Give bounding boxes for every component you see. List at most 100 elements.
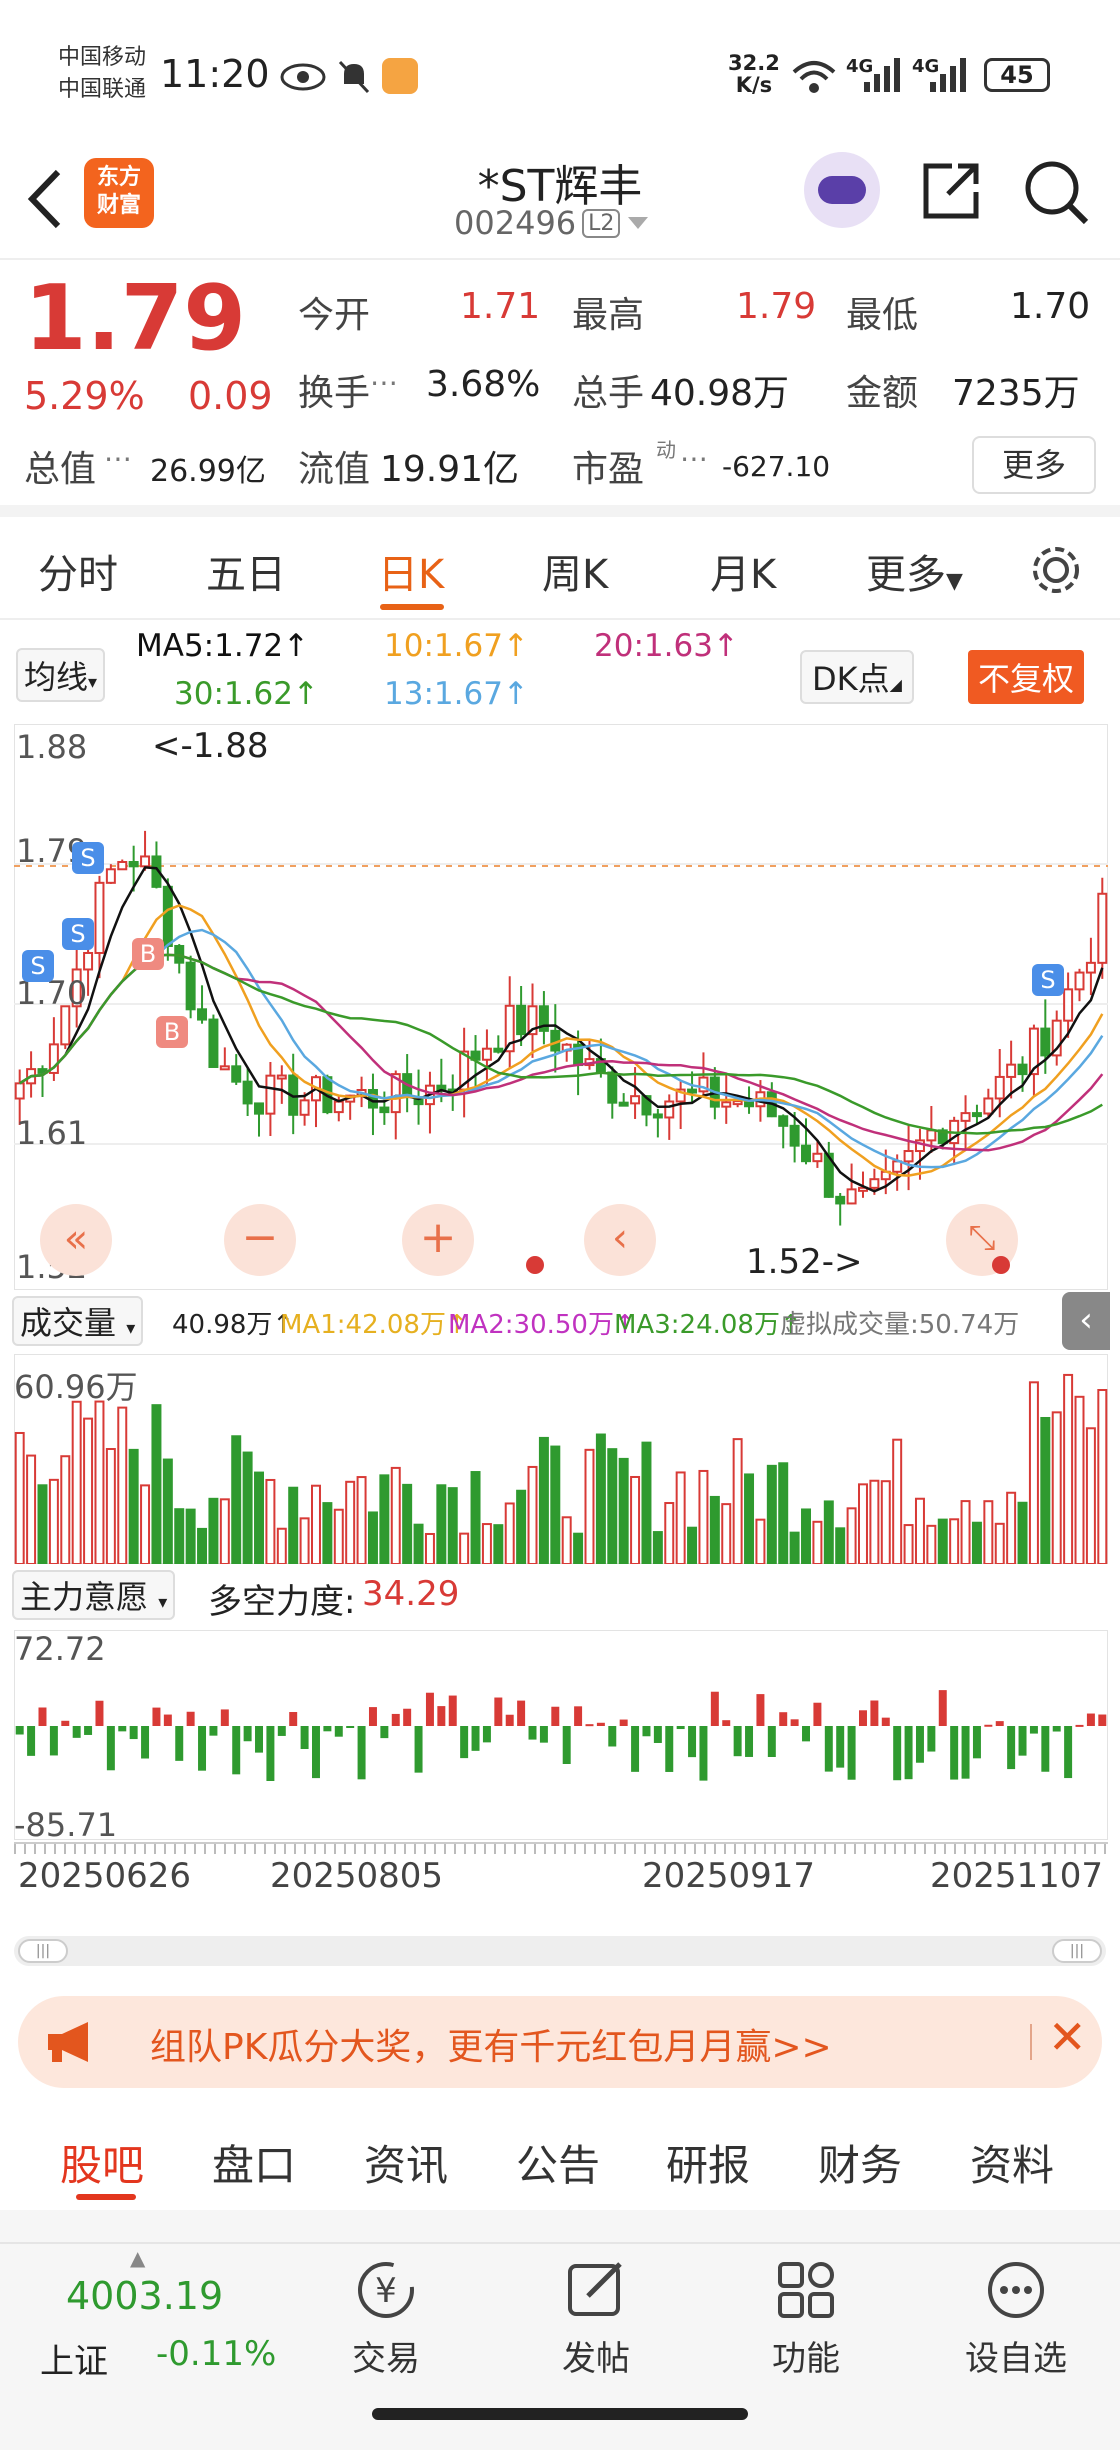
settings-gear-icon[interactable]	[1026, 540, 1086, 600]
indicator-bar	[84, 1726, 93, 1735]
volume-bar	[914, 1497, 925, 1564]
price-axis-4: 1.61	[16, 1114, 88, 1152]
tab-guba[interactable]: 股吧	[60, 2132, 144, 2193]
promo-banner[interactable]: 组队PK瓜分大奖，更有千元红包月月赢>> ✕	[18, 1996, 1102, 2088]
tab-research[interactable]: 研报	[666, 2132, 750, 2193]
indicator-chart[interactable]	[14, 1630, 1108, 1840]
candle-body	[607, 1071, 618, 1104]
candle-body	[493, 1047, 504, 1053]
more-quote-button[interactable]: 更多	[972, 436, 1096, 494]
tab-monthly-k[interactable]: 月K	[710, 542, 776, 600]
candle-body	[481, 1047, 492, 1061]
volume-bar	[48, 1478, 59, 1564]
kline-chart[interactable]	[14, 724, 1108, 1290]
tab-weekly-k[interactable]: 周K	[542, 542, 608, 600]
chart-scrollbar[interactable]: ||| |||	[14, 1936, 1106, 1966]
candle-body	[117, 861, 128, 871]
eastmoney-logo[interactable]: 东方 财富	[84, 158, 154, 228]
buy-marker-icon[interactable]: B	[156, 1016, 188, 1048]
scroll-handle-right[interactable]: |||	[1052, 1939, 1102, 1963]
candle-body	[197, 1008, 208, 1021]
info-dots-icon[interactable]: ⋯	[370, 366, 398, 399]
edit-post-icon	[568, 2262, 622, 2316]
indicator-bar	[642, 1726, 651, 1737]
indicator-bar	[676, 1726, 685, 1730]
grid-apps-icon	[778, 2262, 834, 2318]
more-dots-icon	[988, 2262, 1044, 2318]
tab-news[interactable]: 资讯	[364, 2132, 448, 2193]
back-arrow-icon[interactable]	[22, 164, 66, 234]
indicator-value: 34.29	[362, 1574, 460, 1614]
zoom-in-button-icon[interactable]: +	[402, 1204, 474, 1276]
no-adjust-button[interactable]: 不复权	[968, 650, 1085, 704]
volume-chart[interactable]	[14, 1354, 1108, 1564]
indicator-bar	[596, 1722, 605, 1726]
indicator-bar	[380, 1726, 389, 1739]
tab-pankou[interactable]: 盘口	[212, 2132, 296, 2193]
add-watchlist-button[interactable]: 设自选	[936, 2258, 1096, 2380]
indicator-axis-top: 72.72	[14, 1630, 106, 1668]
collapse-panel-icon[interactable]: ‹	[1062, 1292, 1110, 1350]
candle-body	[618, 1101, 629, 1107]
post-button[interactable]: 发帖	[516, 2258, 676, 2380]
volume-bar	[83, 1417, 94, 1564]
volume-bar	[379, 1474, 390, 1564]
tab-daily-k[interactable]: 日K	[378, 542, 444, 600]
candle-body	[789, 1124, 800, 1147]
volume-bar	[744, 1473, 755, 1564]
indicator-bar	[323, 1726, 332, 1732]
dk-points-button[interactable]: DK点◢	[800, 650, 914, 704]
tab-profile[interactable]: 资料	[970, 2132, 1054, 2193]
index-change[interactable]: -0.11%	[156, 2334, 276, 2374]
scroll-handle-left[interactable]: |||	[18, 1939, 68, 1963]
candle-body	[333, 1100, 344, 1114]
add-watchlist-label: 设自选	[965, 2339, 1067, 2379]
volume-bar	[162, 1458, 173, 1564]
tab-announcements[interactable]: 公告	[516, 2132, 600, 2193]
step-back-button-icon[interactable]: ‹	[584, 1204, 656, 1276]
volume-bar	[311, 1484, 321, 1564]
volume-bar	[652, 1531, 663, 1564]
features-button[interactable]: 功能	[726, 2258, 886, 2380]
index-value[interactable]: 4003.19	[66, 2274, 223, 2318]
indicator-selector[interactable]: 主力意愿 ▾	[12, 1570, 176, 1620]
trade-button[interactable]: ¥ 交易	[306, 2258, 466, 2380]
mktcap-info-icon[interactable]: ⋯	[104, 442, 132, 475]
index-name[interactable]: 上证	[40, 2334, 108, 2383]
indicator-bar	[585, 1724, 594, 1727]
volume-selector[interactable]: 成交量 ▾	[12, 1296, 144, 1346]
carrier-2: 中国联通	[58, 77, 147, 102]
volume-bar	[254, 1471, 264, 1564]
sell-marker-icon[interactable]: S	[62, 918, 94, 950]
buy-marker-icon[interactable]: B	[132, 938, 164, 970]
indicator-bar	[118, 1726, 127, 1732]
clock: 11:20	[160, 52, 270, 96]
search-icon[interactable]	[1022, 158, 1090, 226]
tab-finance[interactable]: 财务	[818, 2132, 902, 2193]
pe-info-icon[interactable]: ⋯	[680, 442, 708, 475]
volume-bar	[778, 1462, 789, 1564]
volume-bar	[470, 1471, 481, 1564]
sell-marker-icon[interactable]: S	[1032, 964, 1064, 996]
candle-body	[630, 1095, 641, 1105]
sell-marker-icon[interactable]: S	[72, 842, 104, 874]
indicator-bar	[528, 1726, 537, 1740]
change-amount: 0.09	[188, 374, 273, 418]
sell-marker-icon[interactable]: S	[22, 950, 54, 982]
ma-selector-label: 均线	[24, 658, 89, 696]
tab-intraday[interactable]: 分时	[38, 542, 118, 600]
rewind-button-icon[interactable]: «	[40, 1204, 112, 1276]
stock-code-row[interactable]: 002496 L2	[454, 204, 650, 242]
tab-five-day[interactable]: 五日	[206, 542, 286, 600]
share-icon[interactable]	[918, 158, 984, 224]
tab-more[interactable]: 更多▼	[866, 542, 963, 600]
date-label-4: 20251107	[930, 1856, 1104, 1896]
zoom-out-button-icon[interactable]: −	[224, 1204, 296, 1276]
robot-assistant-icon[interactable]	[804, 152, 880, 228]
ma-selector[interactable]: 均线▾	[16, 648, 106, 702]
volume-bar	[971, 1521, 982, 1564]
volume-bar	[812, 1520, 823, 1564]
close-icon[interactable]: ✕	[1048, 2010, 1087, 2064]
volume-bar	[197, 1527, 208, 1564]
candle-body	[208, 1018, 219, 1068]
